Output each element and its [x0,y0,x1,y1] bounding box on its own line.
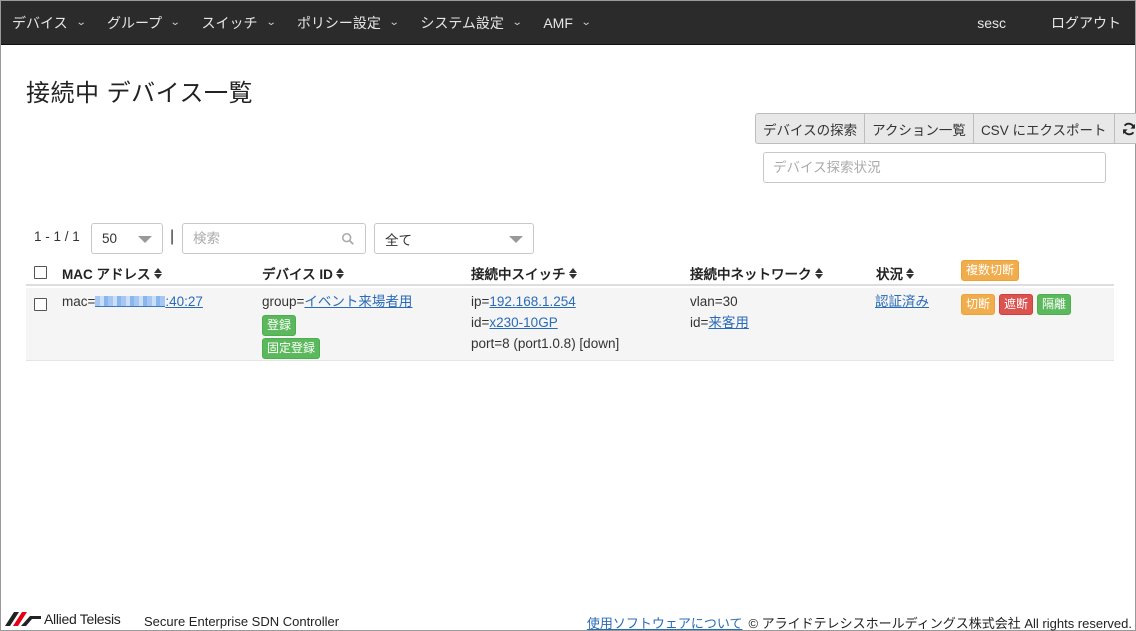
status-filter-select[interactable]: 全て [374,223,534,254]
column-header-mac-label: MAC アドレス [62,267,151,282]
group-link[interactable]: イベント来場者用 [304,294,412,309]
switch-ip-link[interactable]: 192.168.1.254 [489,294,575,309]
nav-devices[interactable]: デバイス ⌄ [1,1,96,45]
toolbar-button-group: デバイスの探索 アクション一覧 CSV にエクスポート [755,113,1136,144]
select-all-checkbox[interactable] [34,266,47,279]
footer: Allied Telesis Secure Enterprise SDN Con… [1,609,1135,631]
sort-icon [568,267,577,279]
refresh-icon [1122,122,1135,135]
page-size-value: 50 [102,231,118,246]
device-table: MAC アドレス デバイス ID 接続中スイッチ 接続中ネットワーク 状況 複数… [26,257,1114,361]
column-header-switch[interactable]: 接続中スイッチ [471,263,577,283]
register-button[interactable]: 登録 [262,315,297,336]
sort-icon [814,267,823,279]
nav-switches[interactable]: スイッチ ⌄ [191,1,286,45]
status-cell: 認証済み [875,291,929,312]
nav-system-label: システム設定 [420,14,504,31]
table-header: MAC アドレス デバイス ID 接続中スイッチ 接続中ネットワーク 状況 複数… [26,257,1114,286]
chevron-down-icon: ⌄ [511,17,523,28]
pagination-range: 1 - 1 / 1 [34,229,80,244]
column-header-network[interactable]: 接続中ネットワーク [690,263,823,283]
nav-groups-label: グループ [106,14,163,31]
column-header-status-label: 状況 [876,267,903,282]
chevron-down-icon: ⌄ [265,17,277,28]
column-header-status[interactable]: 状況 [876,263,914,283]
mac-cell: mac= :40:27 [62,291,203,312]
software-info-link[interactable]: 使用ソフトウェアについて [587,616,743,631]
ip-prefix: ip= [471,294,490,309]
chevron-down-icon: ⌄ [580,17,592,28]
column-header-mac[interactable]: MAC アドレス [62,263,162,283]
brand-text: Allied Telesis [44,611,121,627]
product-name: Secure Enterprise SDN Controller [144,614,340,629]
block-button[interactable]: 遮断 [999,294,1034,315]
search-input[interactable] [193,231,333,246]
discovery-status-field[interactable] [763,152,1106,183]
auth-status-link[interactable]: 認証済み [875,294,929,309]
nav-devices-label: デバイス [12,14,68,31]
chevron-down-icon: ⌄ [169,17,181,28]
row-actions: 切断 遮断 隔離 [961,294,1072,315]
copyright-text: © アライドテレシスホールディングス株式会社 All rights reserv… [748,616,1132,631]
nav-policy-label: ポリシー設定 [296,14,381,31]
nav-amf[interactable]: AMF ⌄ [532,1,601,45]
network-cell: vlan=30 id=来客用 [690,291,749,333]
export-csv-button[interactable]: CSV にエクスポート [973,113,1115,144]
filter-separator: | [170,228,175,245]
chevron-down-icon: ⌄ [75,17,87,28]
search-box [182,223,366,254]
nav-system[interactable]: システム設定 ⌄ [409,1,532,45]
dropdown-arrow-icon [138,236,152,243]
disconnect-button[interactable]: 切断 [961,294,996,315]
row-checkbox[interactable] [34,298,47,311]
discover-devices-button[interactable]: デバイスの探索 [755,113,866,144]
switch-cell: ip=192.168.1.254 id=x230-10GP port=8 (po… [471,291,619,354]
top-navbar: デバイス ⌄ グループ ⌄ スイッチ ⌄ ポリシー設定 ⌄ システム設定 ⌄ AMF ⌄ s… [1,1,1135,45]
chevron-down-icon: ⌄ [388,17,400,28]
logout-link[interactable]: ログアウト [1034,13,1135,33]
column-header-switch-label: 接続中スイッチ [471,267,566,282]
bulk-disconnect-button[interactable]: 複数切断 [961,260,1020,281]
net-id-prefix: id= [690,315,709,330]
status-filter-value: 全て [385,232,412,248]
nav-amf-label: AMF [543,14,573,31]
group-prefix: group= [262,294,305,309]
network-id-link[interactable]: 来客用 [708,315,749,330]
fixed-register-button[interactable]: 固定登録 [262,338,321,359]
page-size-select[interactable]: 50 [91,223,163,254]
action-list-button[interactable]: アクション一覧 [865,113,974,144]
dropdown-arrow-icon [509,236,523,243]
device-id-cell: group=イベント来場者用 登録 固定登録 [262,291,412,359]
sort-icon [906,267,914,279]
column-header-network-label: 接続中ネットワーク [690,267,812,282]
column-header-device-id-label: デバイス ID [262,267,333,282]
table-row: mac= :40:27 group=イベント来場者用 登録 固定登録 ip=192… [26,288,1114,361]
sort-icon [335,267,344,279]
masked-mac [95,296,166,307]
nav-right: sesc ログアウト [949,1,1135,45]
search-icon[interactable] [341,232,355,246]
current-user: sesc [977,15,1006,31]
nav-groups[interactable]: グループ ⌄ [96,1,191,45]
copyright: 使用ソフトウェアについて © アライドテレシスホールディングス株式会社 All r… [587,613,1132,631]
sort-icon [153,267,162,279]
switch-port: port=8 (port1.0.8) [down] [471,336,620,351]
column-header-device-id[interactable]: デバイス ID [262,263,344,283]
allied-telesis-logo: Allied Telesis [5,611,121,627]
id-prefix: id= [471,315,490,330]
refresh-button[interactable] [1114,113,1136,144]
vlan-value: vlan=30 [690,294,738,309]
mac-prefix: mac= [62,294,96,309]
nav-policy[interactable]: ポリシー設定 ⌄ [286,1,409,45]
page-title: 接続中 デバイス一覧 [26,80,253,107]
isolate-button[interactable]: 隔離 [1037,294,1072,315]
mac-address-link[interactable]: :40:27 [95,294,203,309]
nav-switches-label: スイッチ [201,14,258,31]
switch-id-link[interactable]: x230-10GP [489,315,557,330]
allied-telesis-logo-icon [5,612,41,626]
mac-suffix: :40:27 [165,294,203,309]
